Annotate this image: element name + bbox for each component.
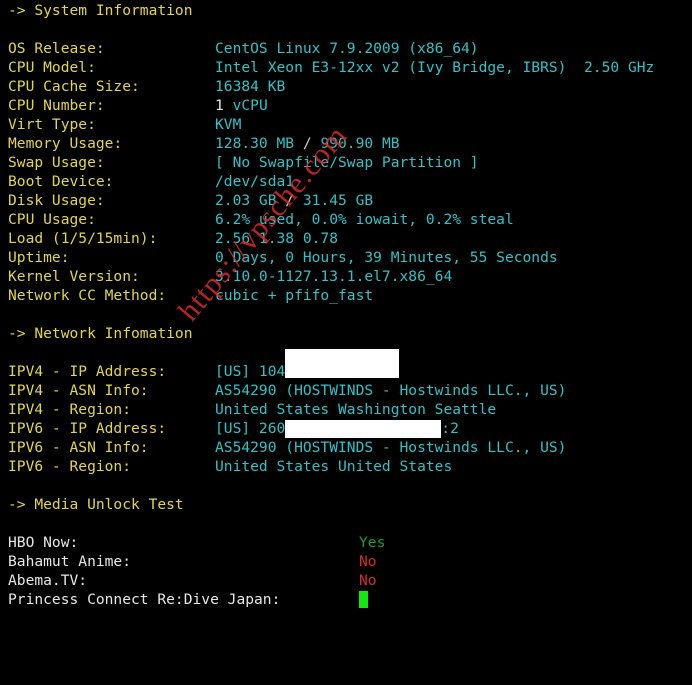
cpu-number-row: CPU Number: 1 vCPU (8, 96, 688, 115)
network-cc-label: Network CC Method: (8, 287, 167, 304)
kernel-version-value: 3.10.0-1127.13.1.el7.x86_64 (215, 268, 453, 285)
ipv6-address-row: IPV6 - IP Address: [US] 260 :2 (8, 419, 688, 438)
ipv4-asn-value: AS54290 (HOSTWINDS - Hostwinds LLC., US) (215, 382, 567, 399)
ipv6-address-suffix: :2 (441, 420, 459, 437)
uptime-row: Uptime: 0 Days, 0 Hours, 39 Minutes, 55 … (8, 248, 688, 267)
disk-usage-row: Disk Usage: 2.03 GB / 31.45 GB (8, 191, 688, 210)
media-hbo-result: Yes (359, 534, 386, 551)
kernel-version-label: Kernel Version: (8, 268, 140, 285)
disk-usage-label: Disk Usage: (8, 192, 105, 209)
cpu-cache-value: 16384 KB (215, 78, 286, 95)
network-section-heading: -> Network Infomation (8, 325, 193, 342)
media-princess-connect-label: Princess Connect Re:Dive Japan: (8, 591, 281, 608)
ipv4-address-row: IPV4 - IP Address: [US] 104 (8, 349, 688, 381)
media-row-bahamut: Bahamut Anime: No (8, 552, 688, 571)
virt-type-row: Virt Type: KVM (8, 115, 688, 134)
ipv4-asn-row: IPV4 - ASN Info: AS54290 (HOSTWINDS - Ho… (8, 381, 688, 400)
ipv4-redaction-box (285, 349, 400, 378)
ipv6-address-value: [US] 260 :2 (215, 419, 459, 438)
disk-total: 31.45 GB (302, 192, 374, 209)
ipv4-region-value: United States Washington Seattle (215, 401, 497, 418)
ipv6-asn-row: IPV6 - ASN Info: AS54290 (HOSTWINDS - Ho… (8, 438, 688, 457)
swap-usage-row: Swap Usage: [ No Swapfile/Swap Partition… (8, 153, 688, 172)
ipv6-address-label: IPV6 - IP Address: (8, 420, 167, 437)
boot-device-row: Boot Device: /dev/sda1 (8, 172, 688, 191)
ipv4-address-prefix: [US] 104 (215, 363, 286, 380)
ipv4-address-value: [US] 104 (215, 349, 400, 381)
os-release-row: OS Release: CentOS Linux 7.9.2009 (x86_6… (8, 39, 688, 58)
cpu-model-row: CPU Model: Intel Xeon E3-12xx v2 (Ivy Br… (8, 58, 688, 77)
network-cc-value: cubic + pfifo_fast (215, 287, 374, 304)
ipv4-region-row: IPV4 - Region: United States Washington … (8, 400, 688, 419)
cpu-cache-label: CPU Cache Size: (8, 78, 140, 95)
load-label: Load (1/5/15min): (8, 230, 158, 247)
ipv6-redaction-box (285, 420, 442, 438)
load-row: Load (1/5/15min): 2.56 1.38 0.78 (8, 229, 688, 248)
ipv6-asn-label: IPV6 - ASN Info: (8, 439, 149, 456)
ipv4-asn-label: IPV4 - ASN Info: (8, 382, 149, 399)
memory-used: 128.30 MB (215, 135, 295, 152)
media-abema-label: Abema.TV: (8, 572, 88, 589)
media-section-heading: -> Media Unlock Test (8, 496, 184, 513)
media-abema-result: No (359, 572, 377, 589)
swap-usage-value: [ No Swapfile/Swap Partition ] (215, 154, 479, 171)
uptime-label: Uptime: (8, 249, 70, 266)
cpu-number-label: CPU Number: (8, 97, 105, 114)
terminal-cursor[interactable] (359, 591, 368, 608)
ipv6-region-row: IPV6 - Region: United States United Stat… (8, 457, 688, 476)
ipv6-region-label: IPV6 - Region: (8, 458, 132, 475)
media-bahamut-result: No (359, 553, 377, 570)
cpu-usage-row: CPU Usage: 6.2% used, 0.0% iowait, 0.2% … (8, 210, 688, 229)
os-release-value: CentOS Linux 7.9.2009 (x86_64) (215, 40, 479, 57)
cpu-model-label: CPU Model: (8, 59, 96, 76)
media-row-hbo: HBO Now: Yes (8, 533, 688, 552)
ipv6-address-prefix: [US] 260 (215, 420, 286, 437)
ipv4-region-label: IPV4 - Region: (8, 401, 132, 418)
virt-type-label: Virt Type: (8, 116, 96, 133)
media-hbo-label: HBO Now: (8, 534, 79, 551)
media-row-abema: Abema.TV: No (8, 571, 688, 590)
media-bahamut-label: Bahamut Anime: (8, 553, 132, 570)
ipv4-address-label: IPV4 - IP Address: (8, 363, 167, 380)
cpu-count: 1 (215, 97, 224, 114)
kernel-version-row: Kernel Version: 3.10.0-1127.13.1.el7.x86… (8, 267, 688, 286)
cpu-usage-label: CPU Usage: (8, 211, 96, 228)
system-section-heading: -> System Information (8, 2, 193, 19)
ipv6-asn-value: AS54290 (HOSTWINDS - Hostwinds LLC., US) (215, 439, 567, 456)
swap-usage-label: Swap Usage: (8, 154, 105, 171)
cpu-cache-row: CPU Cache Size: 16384 KB (8, 77, 688, 96)
uptime-value: 0 Days, 0 Hours, 39 Minutes, 55 Seconds (215, 249, 558, 266)
cpu-model-value: Intel Xeon E3-12xx v2 (Ivy Bridge, IBRS)… (215, 59, 655, 76)
media-row-princess-connect: Princess Connect Re:Dive Japan: (8, 590, 688, 609)
os-release-label: OS Release: (8, 40, 105, 57)
ipv6-region-value: United States United States (215, 458, 453, 475)
network-cc-row: Network CC Method: cubic + pfifo_fast (8, 286, 688, 305)
memory-usage-label: Memory Usage: (8, 135, 123, 152)
cpu-number-value: 1 vCPU (215, 96, 268, 115)
virt-type-value: KVM (215, 116, 242, 133)
boot-device-label: Boot Device: (8, 173, 114, 190)
terminal-output: -> System Information OS Release: CentOS… (8, 1, 688, 609)
cpu-unit: vCPU (223, 97, 268, 114)
